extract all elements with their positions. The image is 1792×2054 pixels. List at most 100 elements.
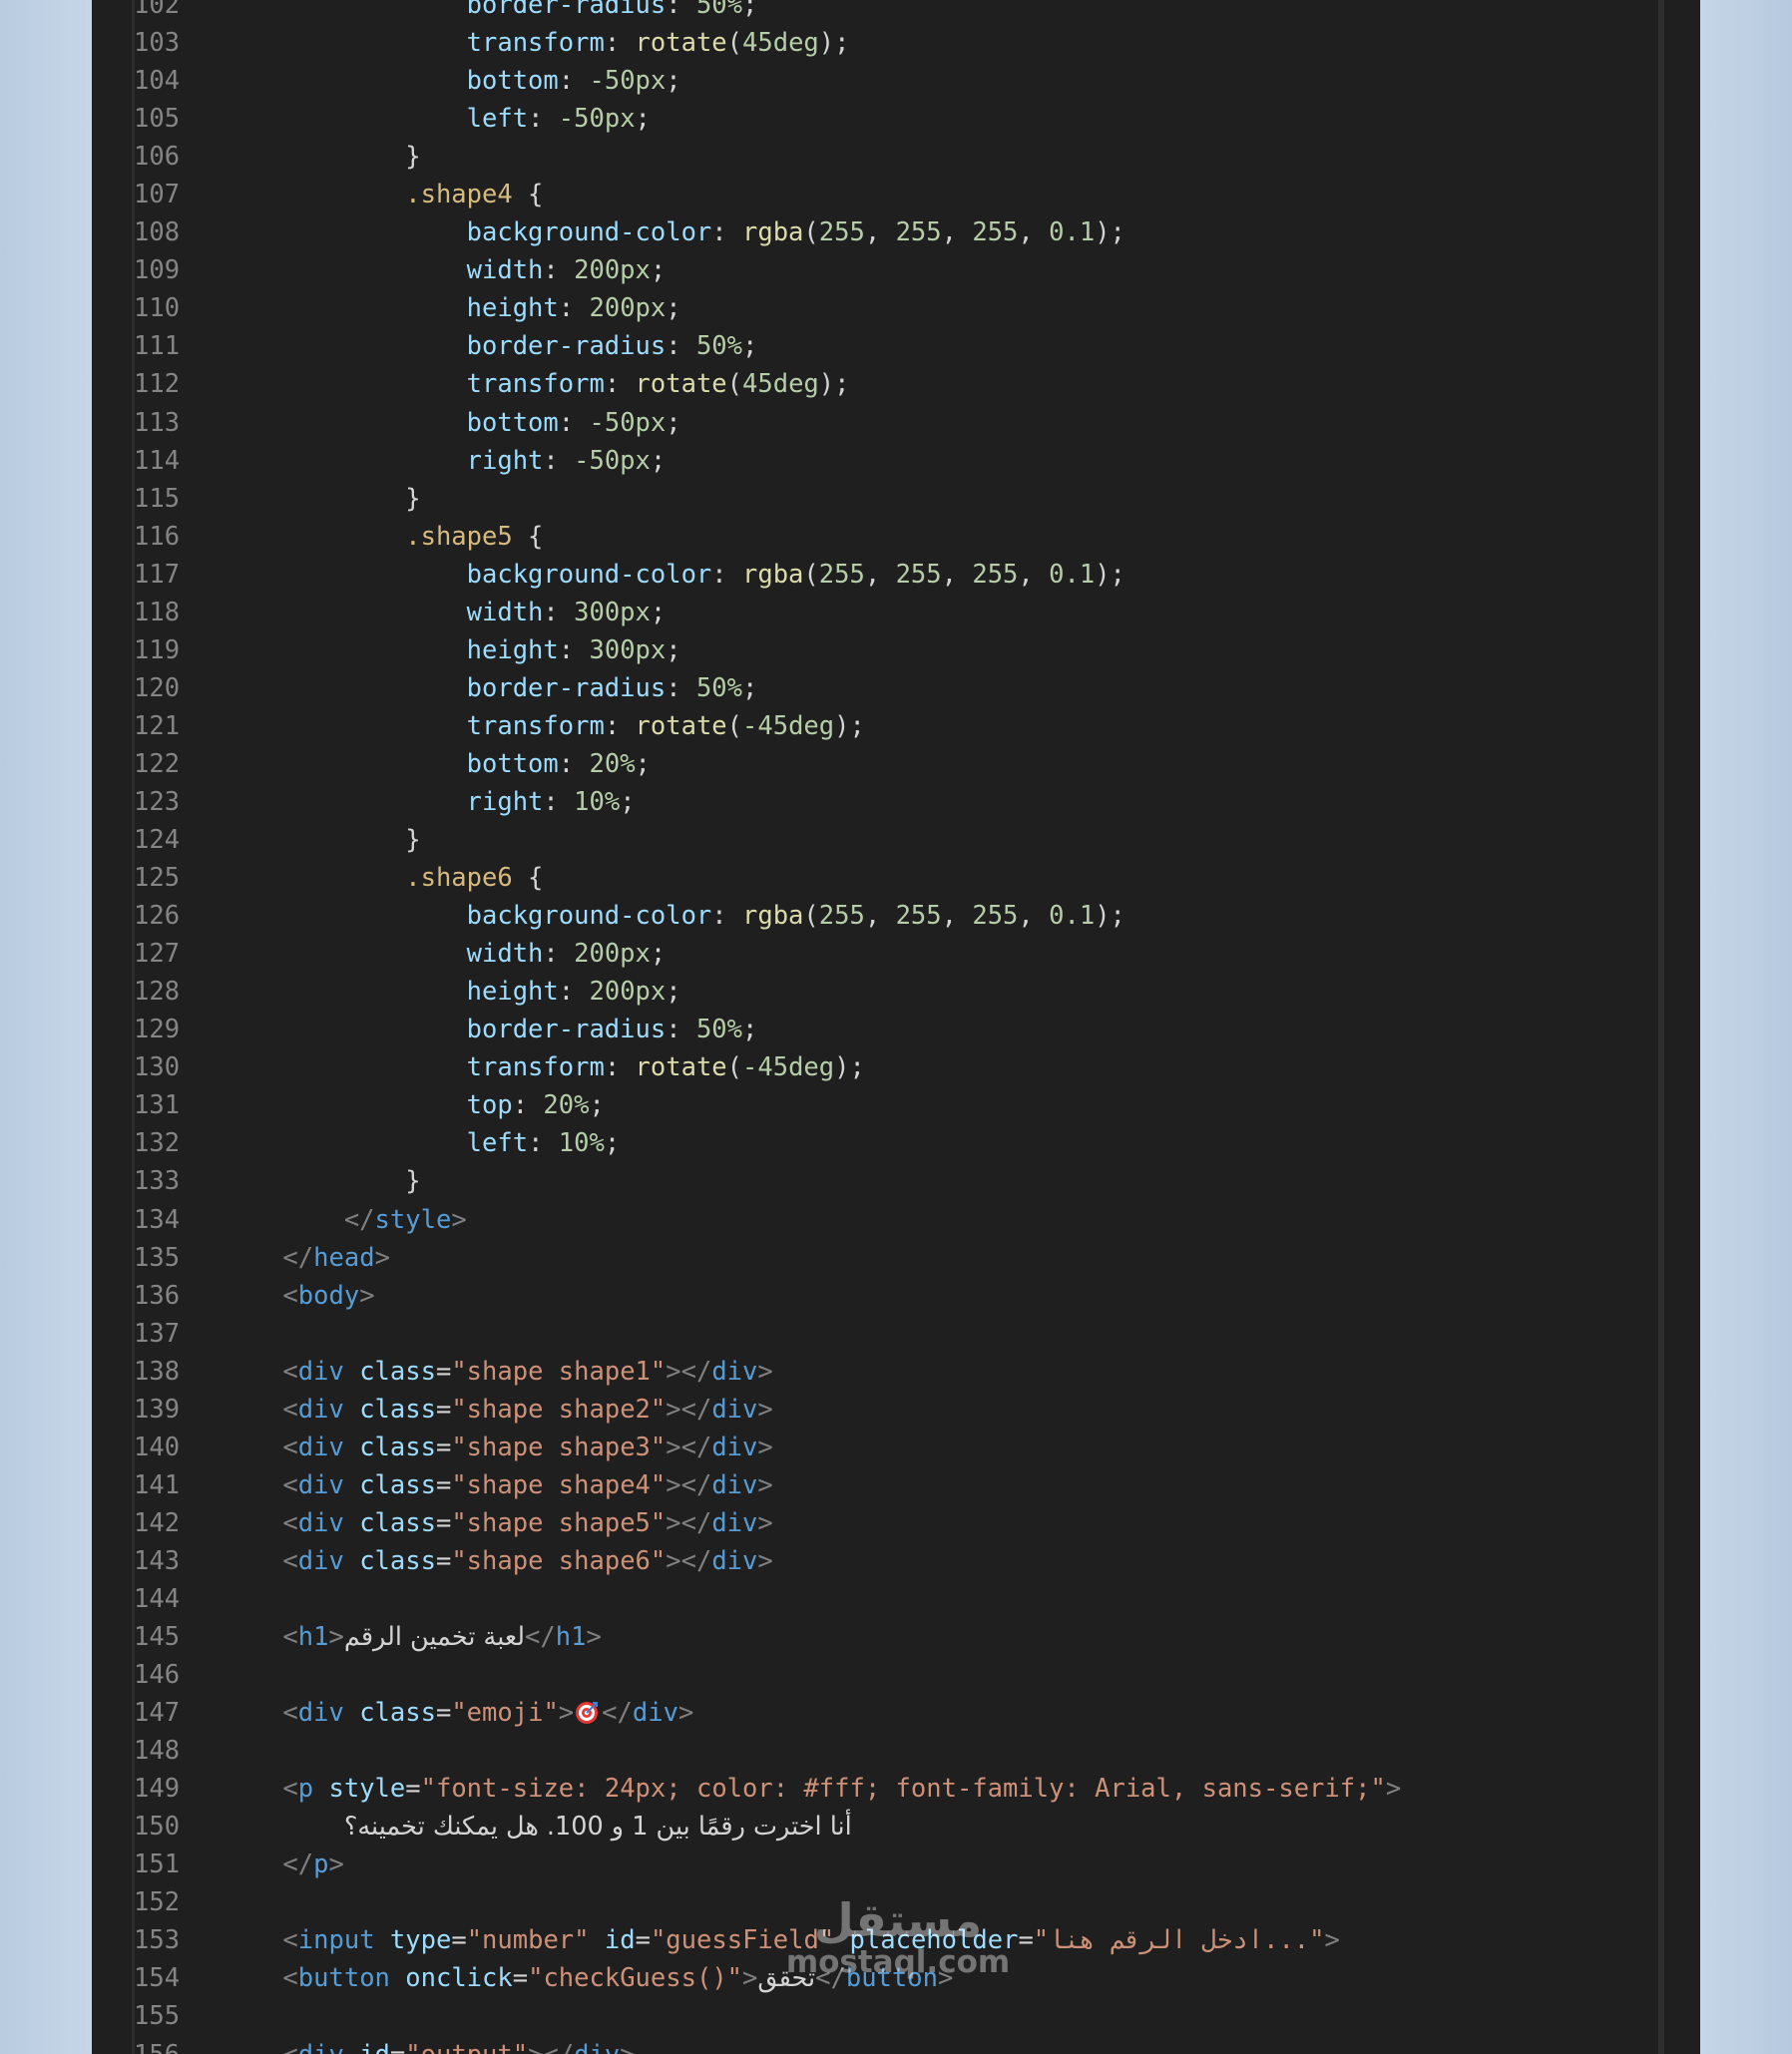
code-line[interactable]: 129 border-radius: 50%; <box>92 1011 1648 1048</box>
code-line[interactable]: 122 bottom: 20%; <box>92 745 1648 783</box>
code-line[interactable]: 155 <box>92 1997 1648 2035</box>
code-line[interactable]: 144 <box>92 1580 1648 1618</box>
code-line[interactable]: 109 width: 200px; <box>92 251 1648 289</box>
code-line[interactable]: 111 border-radius: 50%; <box>92 327 1648 365</box>
code-line[interactable]: 141 <div class="shape shape4"></div> <box>92 1466 1648 1504</box>
code-line[interactable]: 108 background-color: rgba(255, 255, 255… <box>92 213 1648 251</box>
code-line[interactable]: 114 right: -50px; <box>92 442 1648 480</box>
code-token: h1 <box>555 1622 587 1653</box>
line-number: 143 <box>134 1545 181 1576</box>
code-line[interactable]: 106 } <box>92 138 1648 176</box>
code-line[interactable]: 143 <div class="shape shape6"></div> <box>92 1542 1648 1580</box>
code-line[interactable]: 132 left: 10%; <box>92 1124 1648 1162</box>
code-line[interactable]: 115 } <box>92 480 1648 518</box>
code-token: 45deg <box>742 28 819 59</box>
code-token: "shape shape3" <box>451 1432 667 1462</box>
code-line[interactable]: 145 <h1>لعبة تخمين الرقم</h1> <box>92 1618 1648 1656</box>
code-line[interactable]: 139 <div class="shape shape2"></div> <box>92 1391 1648 1429</box>
code-line[interactable]: 116 .shape5 { <box>92 518 1648 556</box>
code-line[interactable]: 152 <box>92 1883 1648 1921</box>
code-line[interactable]: 110 height: 200px; <box>92 289 1648 327</box>
code-token: class <box>359 1432 436 1462</box>
code-token: < <box>282 1774 298 1805</box>
line-number: 107 <box>134 180 181 210</box>
code-area[interactable]: 102 border-radius: 50%; 103 transform: ro… <box>92 0 1648 2054</box>
line-number: 102 <box>134 0 181 20</box>
line-number: 113 <box>134 407 181 438</box>
code-line[interactable]: 137 <box>92 1315 1648 1353</box>
code-token: < <box>282 1432 298 1462</box>
code-line[interactable]: 128 height: 200px; <box>92 973 1648 1011</box>
code-line[interactable]: 112 transform: rotate(45deg); <box>92 365 1648 403</box>
code-token: ></ <box>528 2040 574 2054</box>
code-token: : <box>543 255 575 286</box>
code-token: : <box>666 331 696 362</box>
code-line[interactable]: 125 .shape6 { <box>92 859 1648 897</box>
code-line[interactable]: 151 </p> <box>92 1846 1648 1883</box>
code-line[interactable]: 127 width: 200px; <box>92 935 1648 973</box>
code-line[interactable]: 124 } <box>92 821 1648 859</box>
code-line[interactable]: 146 <box>92 1656 1648 1694</box>
code-line[interactable]: 121 transform: rotate(-45deg); <box>92 707 1648 745</box>
code-line[interactable]: 136 <body> <box>92 1277 1648 1315</box>
code-line[interactable]: 113 bottom: -50px; <box>92 404 1648 442</box>
code-line[interactable]: 120 border-radius: 50%; <box>92 669 1648 707</box>
code-token: class <box>359 1469 436 1500</box>
code-line[interactable]: 118 width: 300px; <box>92 594 1648 631</box>
code-line[interactable]: 147 <div class="emoji"> </div> <box>92 1694 1648 1732</box>
line-number: 116 <box>134 521 181 552</box>
code-line[interactable]: 153 <input type="number" id="guessField"… <box>92 1921 1648 1959</box>
code-token: } <box>405 142 421 173</box>
code-line[interactable]: 134 </style> <box>92 1201 1648 1239</box>
code-line[interactable]: 154 <button onclick="checkGuess()">تحقق<… <box>92 1959 1648 1997</box>
line-number: 146 <box>134 1660 181 1691</box>
code-line[interactable]: 131 top: 20%; <box>92 1086 1648 1124</box>
code-line[interactable]: 117 background-color: rgba(255, 255, 255… <box>92 556 1648 594</box>
code-line[interactable]: 135 </head> <box>92 1239 1648 1277</box>
code-line[interactable]: 107 .shape4 { <box>92 176 1648 213</box>
code-line[interactable]: 148 <box>92 1732 1648 1770</box>
code-line[interactable]: 123 right: 10%; <box>92 783 1648 821</box>
code-line[interactable]: 133 } <box>92 1162 1648 1200</box>
line-number: 120 <box>134 672 181 703</box>
code-token: } <box>405 1166 421 1197</box>
code-line[interactable]: 142 <div class="shape shape5"></div> <box>92 1504 1648 1542</box>
code-token: ></ <box>666 1469 712 1500</box>
code-token: : <box>604 28 636 59</box>
code-token: ; <box>620 786 636 817</box>
code-line[interactable]: 156 <div id="output"></div> <box>92 2036 1648 2054</box>
code-line[interactable]: 149 <p style="font-size: 24px; color: #f… <box>92 1770 1648 1808</box>
code-token: ; <box>635 104 651 135</box>
editor-scrollbar-track[interactable] <box>1658 0 1664 2054</box>
code-token: right <box>466 786 544 817</box>
code-token: div <box>297 1356 344 1387</box>
code-line[interactable]: 105 left: -50px; <box>92 100 1648 138</box>
line-number: 124 <box>134 825 181 856</box>
code-token: ; <box>635 748 651 779</box>
arabic-text: لعبة تخمين الرقم <box>343 1622 525 1653</box>
code-token: 255 <box>895 559 942 590</box>
code-line[interactable]: 103 transform: rotate(45deg); <box>92 24 1648 62</box>
code-token: 200px <box>589 977 667 1008</box>
code-editor[interactable]: 102 border-radius: 50%; 103 transform: ro… <box>92 0 1700 2054</box>
code-line[interactable]: 126 background-color: rgba(255, 255, 255… <box>92 897 1648 935</box>
code-line[interactable]: 102 border-radius: 50%; <box>92 0 1648 24</box>
code-line[interactable]: 130 transform: rotate(-45deg); <box>92 1048 1648 1086</box>
code-line[interactable]: 150 أنا اخترت رقمًا بين 1 و 100. هل يمكن… <box>92 1808 1648 1846</box>
code-line[interactable]: 104 bottom: -50px; <box>92 62 1648 100</box>
code-token: 255 <box>972 217 1019 248</box>
code-token: div <box>711 1545 758 1576</box>
code-line[interactable]: 138 <div class="shape shape1"></div> <box>92 1353 1648 1391</box>
code-token: = <box>435 1394 452 1425</box>
code-line[interactable]: 140 <div class="shape shape3"></div> <box>92 1429 1648 1466</box>
code-line[interactable]: 119 height: 300px; <box>92 631 1648 669</box>
code-token: > <box>757 1432 773 1462</box>
